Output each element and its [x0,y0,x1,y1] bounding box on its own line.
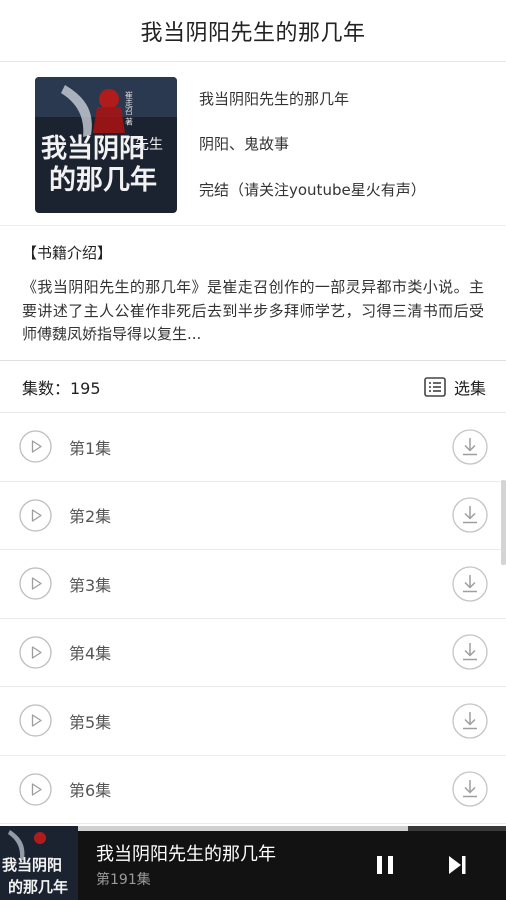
book-category: 阴阳、鬼故事 [199,135,290,154]
top-bar: 我当阴阳先生的那几年 [0,0,506,62]
play-icon[interactable] [19,704,52,737]
player-cover-image: 我当阴阳 的那几年 [0,826,78,900]
episode-row-5[interactable]: 第5集 [0,687,506,756]
svg-text:的那几年: 的那几年 [8,878,68,896]
episode-label: 第5集 [69,712,112,732]
playback-progress-fill [78,826,408,831]
episode-count: 集数：195 [22,378,101,398]
download-icon[interactable] [452,566,488,602]
download-icon[interactable] [452,497,488,533]
episode-label: 第6集 [69,781,112,801]
cover-title-line1: 我当阴阳 [41,134,145,164]
book-cover-image: 崔走召 著 我当阴阳 先生 的那几年 [35,77,177,213]
episode-label: 第1集 [69,438,112,458]
playback-progress[interactable] [78,826,506,831]
download-icon[interactable] [452,634,488,670]
episode-label: 第3集 [69,575,112,595]
select-episode-label: 选集 [453,378,486,398]
intro-header: 【书籍介绍】 [22,244,113,262]
pause-icon[interactable] [370,850,400,880]
player-episode: 第191集 [96,872,151,888]
play-icon[interactable] [19,567,52,600]
episode-row-2[interactable]: 第2集 [0,482,506,550]
cover-title-line1b: 先生 [135,137,163,153]
episode-row-4[interactable]: 第4集 [0,619,506,687]
cover-title-line2: 的那几年 [49,164,157,196]
book-status: 完结（请关注youtube星火有声） [199,180,426,199]
svg-text:我当阴阳: 我当阴阳 [2,856,62,874]
list-icon [424,376,446,397]
download-icon[interactable] [452,429,488,465]
page-title: 我当阴阳先生的那几年 [140,20,366,46]
play-icon[interactable] [19,430,52,463]
scrollbar-thumb[interactable] [501,480,506,565]
book-info: 崔走召 著 我当阴阳 先生 的那几年 我当阴阳先生的那几年 阴阳、鬼故事 完结（… [0,62,506,226]
episode-row-6[interactable]: 第6集 [0,756,506,824]
play-icon[interactable] [19,499,52,532]
episode-label: 第2集 [69,507,112,527]
play-icon[interactable] [19,636,52,669]
episode-row-3[interactable]: 第3集 [0,550,506,619]
book-meta: 我当阴阳先生的那几年 阴阳、鬼故事 完结（请关注youtube星火有声） [199,77,426,225]
cover-author-text: 崔走召 著 [125,90,134,127]
player-cover[interactable]: 我当阴阳 的那几年 [0,826,78,900]
episode-list: 第1集 第2集 第3集 第4集 第5集 第6集 [0,413,506,824]
skip-next-icon[interactable] [442,850,472,880]
mini-player[interactable]: 我当阴阳 的那几年 我当阴阳先生的那几年 第191集 [0,826,506,900]
play-icon[interactable] [19,773,52,806]
player-title: 我当阴阳先生的那几年 [96,844,276,865]
intro-text[interactable]: 《我当阴阳先生的那几年》是崔走召创作的一部灵异都市类小说。主要讲述了主人公崔作非… [22,276,484,347]
book-intro: 【书籍介绍】 《我当阴阳先生的那几年》是崔走召创作的一部灵异都市类小说。主要讲述… [0,226,506,361]
select-episode-button[interactable]: 选集 [424,375,486,399]
book-title: 我当阴阳先生的那几年 [199,90,350,108]
svg-text:崔走召 著: 崔走召 著 [125,90,134,127]
episode-label: 第4集 [69,644,112,664]
book-cover: 崔走召 著 我当阴阳 先生 的那几年 [35,77,177,213]
episode-row-1[interactable]: 第1集 [0,413,506,482]
download-icon[interactable] [452,703,488,739]
download-icon[interactable] [452,771,488,807]
episode-bar: 集数：195 选集 [0,361,506,413]
